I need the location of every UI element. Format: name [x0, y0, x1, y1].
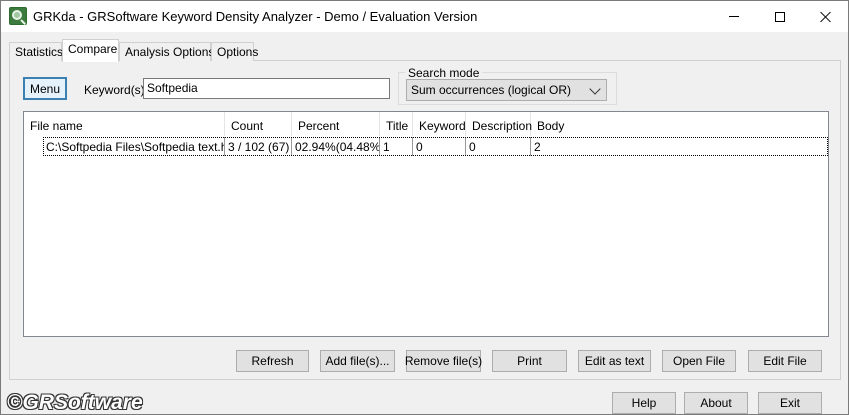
- minimize-icon: [729, 16, 739, 17]
- tab-statistics[interactable]: Statistics: [9, 42, 63, 61]
- keyword-label: Keyword(s):: [84, 83, 149, 97]
- cell-keyword: 0: [413, 137, 466, 156]
- refresh-button[interactable]: Refresh: [236, 350, 309, 372]
- about-button[interactable]: About: [684, 392, 748, 414]
- column-description[interactable]: Description: [466, 112, 532, 136]
- search-mode-select[interactable]: Sum occurrences (logical OR): [406, 79, 607, 101]
- table-row[interactable]: C:\Softpedia Files\Softpedia text.html 3…: [24, 137, 828, 156]
- title-bar: GRKda - GRSoftware Keyword Density Analy…: [1, 1, 848, 32]
- column-keyword[interactable]: Keyword: [413, 112, 466, 136]
- cell-count: 3 / 102 (67): [225, 137, 292, 156]
- close-icon: [820, 11, 832, 23]
- column-percent[interactable]: Percent: [292, 112, 380, 136]
- maximize-icon: [775, 11, 785, 22]
- cell-body: 2: [534, 140, 541, 154]
- minimize-button[interactable]: [711, 1, 757, 32]
- tab-analysis-options[interactable]: Analysis Options: [119, 42, 214, 61]
- grsoftware-logo: ©GRSoftware: [7, 391, 143, 414]
- cell-file-name: C:\Softpedia Files\Softpedia text.html: [43, 137, 225, 156]
- keyword-input[interactable]: Softpedia: [143, 78, 390, 99]
- column-body[interactable]: Body: [531, 112, 591, 136]
- exit-button[interactable]: Exit: [758, 392, 822, 414]
- results-list[interactable]: File name Count Percent Title Keyword De…: [23, 111, 829, 337]
- menu-button[interactable]: Menu: [23, 77, 67, 100]
- cell-description: 0: [466, 137, 531, 156]
- tab-options[interactable]: Options: [211, 42, 258, 61]
- print-button[interactable]: Print: [492, 350, 567, 372]
- help-button[interactable]: Help: [612, 392, 676, 414]
- maximize-button[interactable]: [757, 1, 803, 32]
- open-file-button[interactable]: Open File: [662, 350, 736, 372]
- close-button[interactable]: [803, 1, 849, 32]
- edit-as-text-button[interactable]: Edit as text: [578, 350, 651, 372]
- magnifier-icon[interactable]: [9, 7, 27, 25]
- window-title: GRKda - GRSoftware Keyword Density Analy…: [33, 9, 478, 24]
- list-header: File name Count Percent Title Keyword De…: [24, 112, 828, 136]
- column-title[interactable]: Title: [380, 112, 413, 136]
- search-mode-legend: Search mode: [405, 66, 483, 80]
- remove-files-button[interactable]: Remove file(s): [405, 350, 482, 372]
- tab-compare[interactable]: Compare: [62, 39, 119, 62]
- cell-percent: 02.94%(04.48%): [292, 137, 380, 156]
- edit-file-button[interactable]: Edit File: [748, 350, 822, 372]
- column-file-name[interactable]: File name: [24, 112, 225, 136]
- column-count[interactable]: Count: [225, 112, 292, 136]
- app-window: GRKda - GRSoftware Keyword Density Analy…: [0, 0, 849, 415]
- cell-title: 1: [380, 137, 413, 156]
- add-files-button[interactable]: Add file(s)...: [320, 350, 395, 372]
